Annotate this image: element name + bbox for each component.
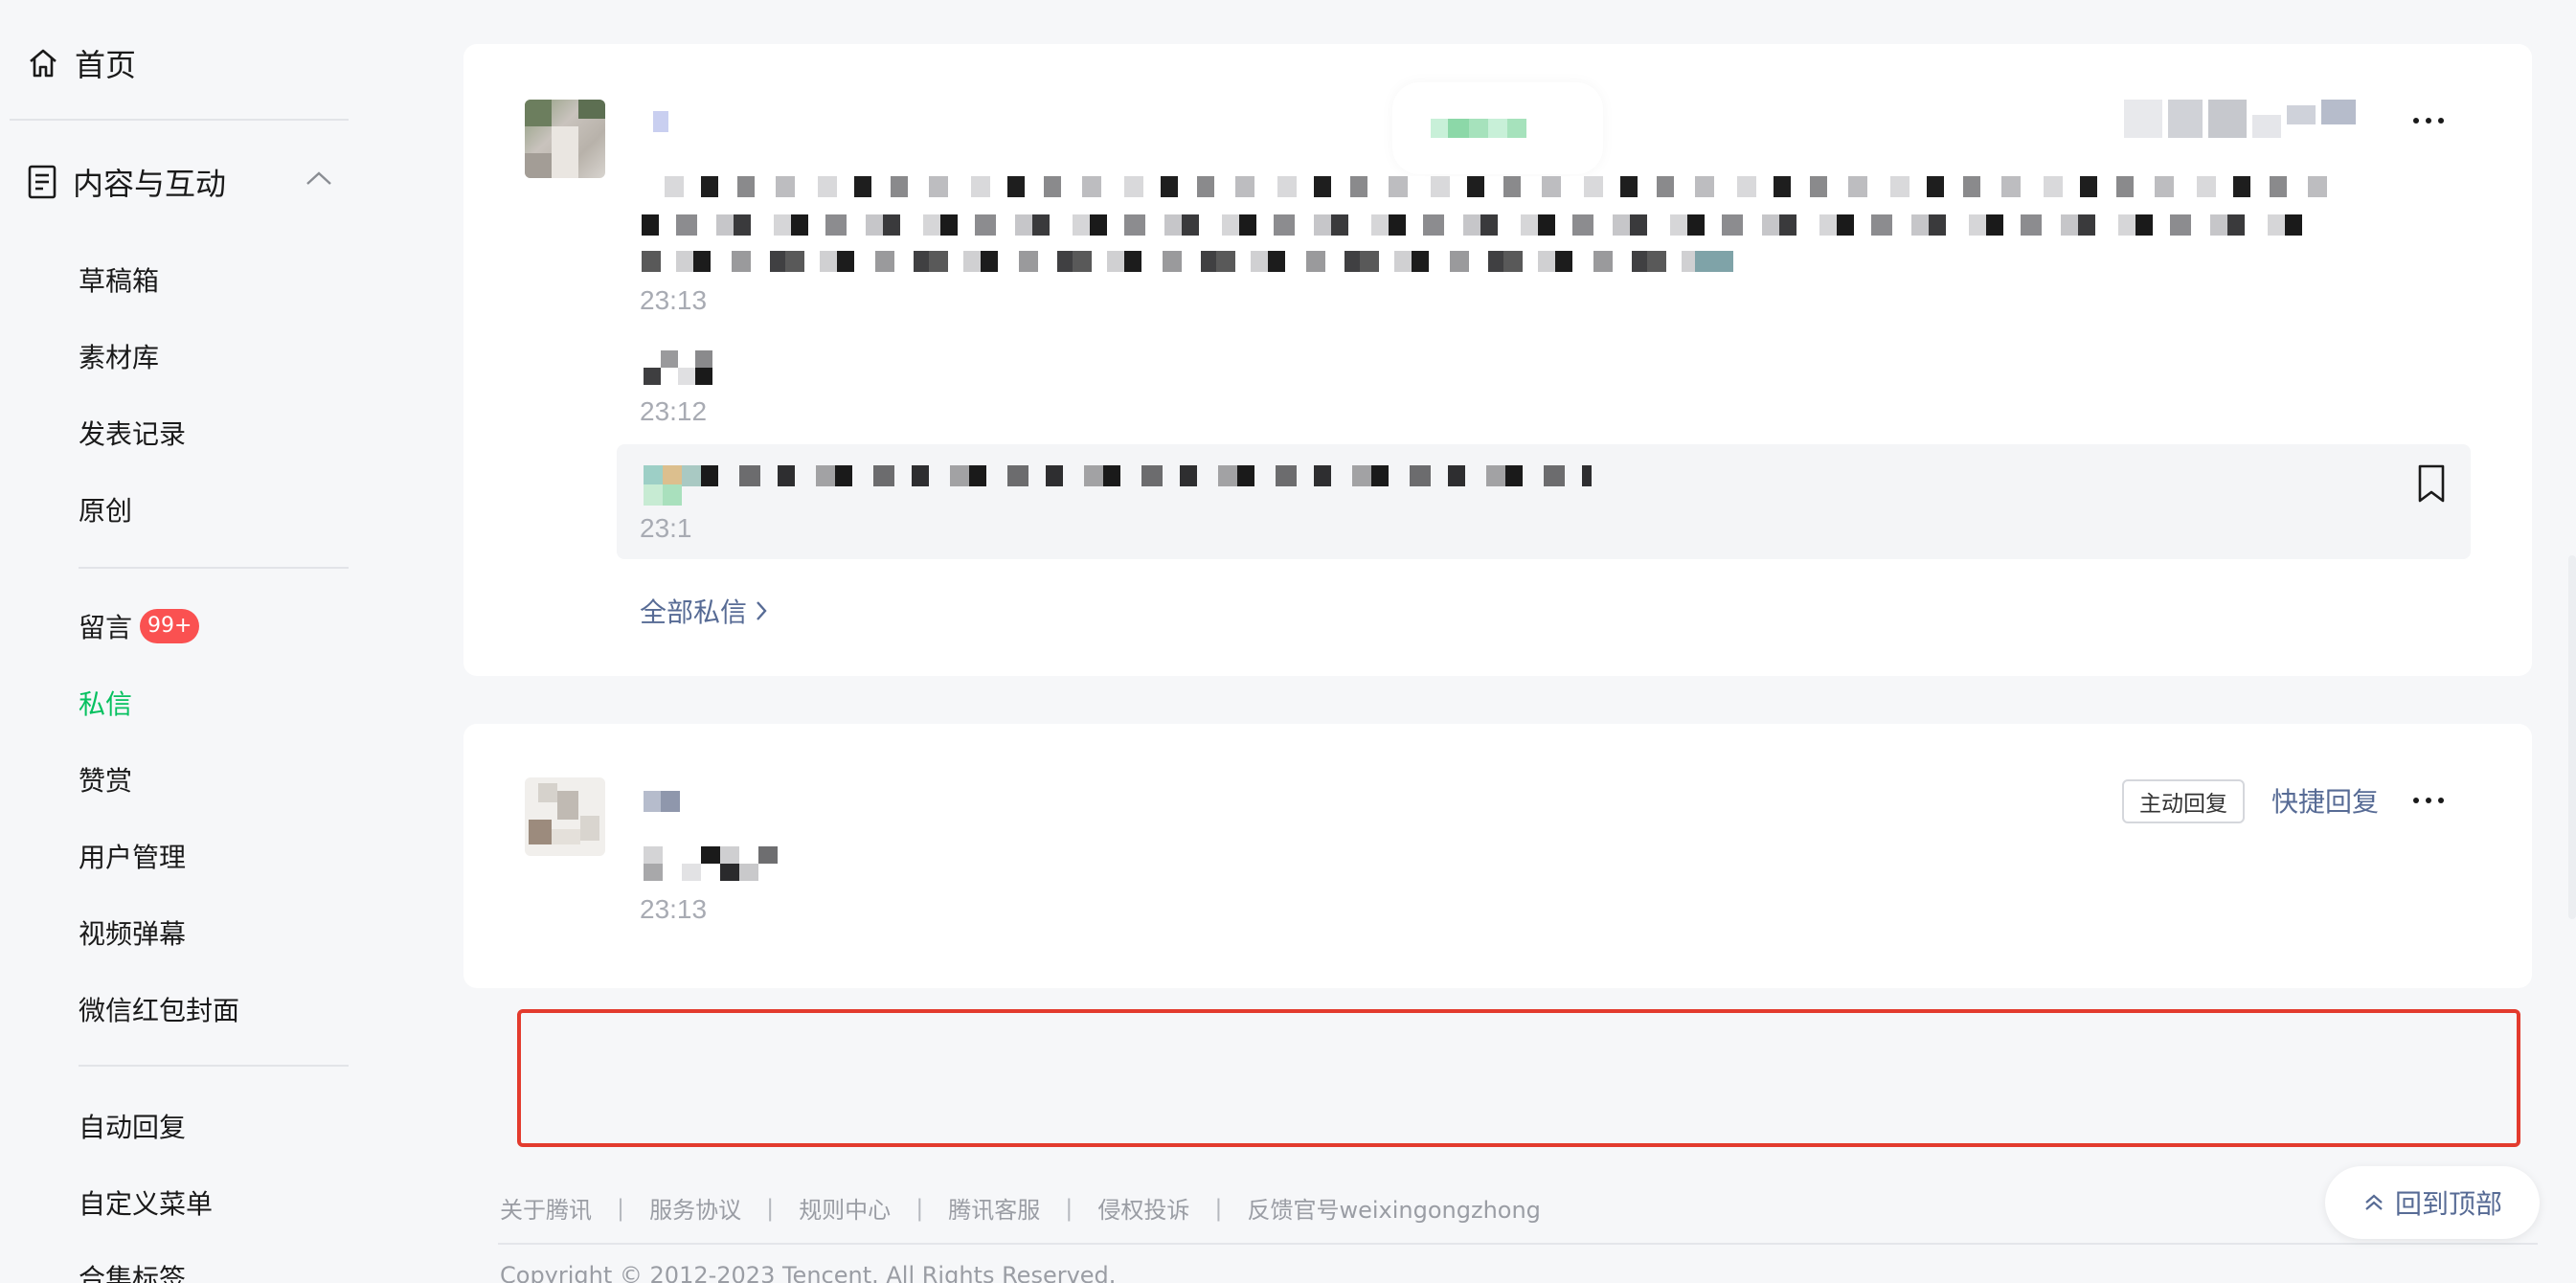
all-messages-label: 全部私信 bbox=[640, 596, 748, 628]
footer-link-rules[interactable]: 规则中心 bbox=[799, 1191, 891, 1225]
more-icon[interactable] bbox=[2413, 111, 2452, 130]
nav-home-label: 首页 bbox=[75, 47, 137, 83]
chevron-right-icon bbox=[755, 599, 768, 622]
message-text-redacted bbox=[644, 350, 739, 385]
message-time: 23:13 bbox=[640, 894, 708, 924]
back-to-top-button[interactable]: 回到顶部 bbox=[2325, 1166, 2540, 1239]
sidebar-divider bbox=[79, 567, 349, 569]
footer-separator: | bbox=[915, 1194, 924, 1222]
scrollbar[interactable] bbox=[2568, 555, 2576, 919]
sidebar-item-auto-reply[interactable]: 自动回复 bbox=[79, 1105, 186, 1147]
comments-count-badge: 99+ bbox=[140, 609, 200, 643]
message-text-redacted bbox=[642, 251, 1733, 272]
sidebar: 首页 内容与互动 草稿箱 素材库 发表记录 原创 留言 99+ 私信 赞赏 用户… bbox=[0, 0, 364, 1283]
home-icon bbox=[27, 47, 59, 79]
sidebar-divider bbox=[10, 119, 349, 121]
nav-home[interactable]: 首页 bbox=[27, 42, 136, 84]
sidebar-divider bbox=[79, 1065, 349, 1067]
message-text-redacted bbox=[644, 465, 1592, 486]
starred-message-box[interactable] bbox=[617, 444, 2471, 559]
highlight-annotation-box bbox=[517, 1009, 2520, 1147]
double-chevron-up-icon bbox=[2362, 1191, 2385, 1214]
document-icon bbox=[27, 165, 57, 199]
all-messages-link[interactable]: 全部私信 bbox=[640, 592, 768, 630]
sidebar-item-video-danmaku[interactable]: 视频弹幕 bbox=[79, 912, 186, 954]
redacted-header-right bbox=[2124, 100, 2356, 138]
footer-separator: | bbox=[1065, 1194, 1073, 1222]
sidebar-item-materials[interactable]: 素材库 bbox=[79, 335, 159, 377]
chevron-up-icon[interactable] bbox=[305, 169, 333, 188]
footer-separator: | bbox=[1214, 1194, 1223, 1222]
message-text-redacted bbox=[642, 176, 2327, 197]
message-time: 23:13 bbox=[640, 285, 708, 315]
sidebar-item-publish-history[interactable]: 发表记录 bbox=[79, 412, 186, 454]
section-label: 内容与互动 bbox=[73, 166, 227, 202]
sidebar-item-label: 留言 bbox=[79, 612, 133, 643]
section-content-interaction[interactable]: 内容与互动 bbox=[27, 161, 343, 203]
proactive-reply-button[interactable]: 主动回复 bbox=[2122, 779, 2245, 823]
footer-link-about[interactable]: 关于腾讯 bbox=[500, 1191, 592, 1225]
footer-link-terms[interactable]: 服务协议 bbox=[649, 1191, 741, 1225]
footer-links: 关于腾讯 | 服务协议 | 规则中心 | 腾讯客服 | 侵权投诉 | 反馈官号w… bbox=[500, 1191, 1541, 1225]
message-text-redacted bbox=[644, 846, 797, 881]
footer-separator: | bbox=[766, 1194, 775, 1222]
sidebar-item-custom-menu[interactable]: 自定义菜单 bbox=[79, 1182, 213, 1224]
redacted-chip bbox=[1392, 82, 1603, 174]
copyright-text: Copyright © 2012-2023 Tencent. All Right… bbox=[500, 1262, 1117, 1283]
footer-separator: | bbox=[617, 1194, 625, 1222]
footer-divider bbox=[498, 1243, 2538, 1245]
footer-link-feedback[interactable]: 反馈官号weixingongzhong bbox=[1247, 1191, 1540, 1225]
quick-reply-link[interactable]: 快捷回复 bbox=[2271, 781, 2379, 820]
sidebar-item-red-packet-cover[interactable]: 微信红包封面 bbox=[79, 988, 239, 1030]
sender-name-redacted bbox=[653, 111, 668, 132]
sidebar-item-rewards[interactable]: 赞赏 bbox=[79, 758, 132, 800]
sidebar-item-original[interactable]: 原创 bbox=[79, 488, 132, 530]
sender-name-redacted bbox=[644, 791, 680, 812]
sidebar-item-collection-tags[interactable]: 合集标签 bbox=[79, 1256, 186, 1283]
sidebar-item-user-management[interactable]: 用户管理 bbox=[79, 835, 186, 877]
footer-link-support[interactable]: 腾讯客服 bbox=[948, 1191, 1040, 1225]
sidebar-item-drafts[interactable]: 草稿箱 bbox=[79, 259, 159, 301]
sidebar-item-messages[interactable]: 私信 bbox=[79, 682, 132, 724]
back-to-top-label: 回到顶部 bbox=[2394, 1188, 2502, 1220]
message-text-redacted bbox=[644, 484, 682, 506]
bookmark-icon[interactable] bbox=[2417, 463, 2446, 504]
message-text-redacted bbox=[642, 214, 2312, 236]
sidebar-item-comments[interactable]: 留言 99+ bbox=[79, 605, 200, 647]
message-time: 23:12 bbox=[640, 396, 708, 426]
message-time: 23:1 bbox=[640, 513, 692, 543]
avatar[interactable] bbox=[525, 777, 605, 856]
avatar[interactable] bbox=[525, 100, 605, 178]
more-icon[interactable] bbox=[2413, 791, 2452, 810]
footer-link-complaint[interactable]: 侵权投诉 bbox=[1097, 1191, 1189, 1225]
